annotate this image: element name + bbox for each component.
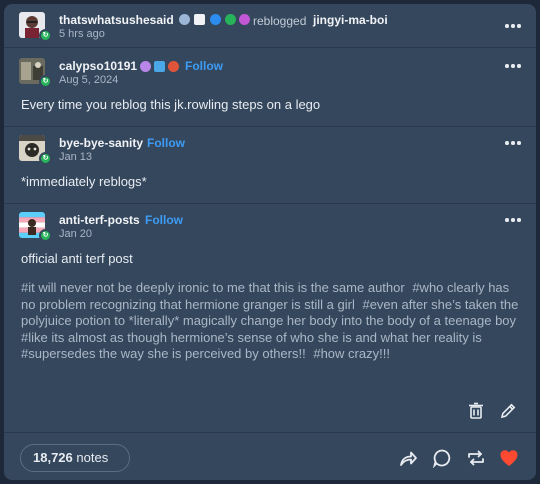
post-text: official anti terf post xyxy=(21,251,133,266)
tag[interactable]: #supersedes the way she is perceived by … xyxy=(21,346,306,361)
reblog-badge-icon: ↻ xyxy=(39,229,52,242)
kebab-menu-icon[interactable] xyxy=(505,60,525,72)
reblogger-blog-name[interactable]: thatswhatsushesaid xyxy=(59,13,174,27)
blog-name[interactable]: calypso10191 xyxy=(59,59,137,73)
follow-button[interactable]: Follow xyxy=(147,136,185,150)
reblogged-label: reblogged xyxy=(253,14,307,28)
tag[interactable]: #like its almost as though hermione’s se… xyxy=(21,330,482,345)
footer-divider xyxy=(4,432,536,433)
blog-name[interactable]: bye-bye-sanity xyxy=(59,136,143,150)
share-icon[interactable] xyxy=(398,448,418,468)
source-blog-name[interactable]: jingyi-ma-boi xyxy=(313,13,388,27)
reblog-badge-icon: ↻ xyxy=(39,75,52,88)
reblog-badge-icon: ↻ xyxy=(39,29,52,42)
verified-green-badge-icon xyxy=(225,14,236,25)
notes-count: 18,726 xyxy=(33,450,73,465)
trail-divider xyxy=(4,126,536,127)
tag[interactable]: #how crazy!!! xyxy=(313,346,390,361)
reblogger-badges xyxy=(179,14,250,26)
post-date[interactable]: Jan 20 xyxy=(59,228,92,240)
donut-badge-icon xyxy=(239,14,250,25)
planet-badge-icon xyxy=(179,14,190,25)
post-date[interactable]: Jan 13 xyxy=(59,151,92,163)
post-time[interactable]: 5 hrs ago xyxy=(59,28,105,40)
tag[interactable]: #it will never not be deeply ironic to m… xyxy=(21,280,405,295)
kebab-menu-icon[interactable] xyxy=(505,214,525,226)
like-heart-icon[interactable] xyxy=(499,448,519,468)
verified-blue-badge-icon xyxy=(210,14,221,25)
flag-badge-icon xyxy=(194,14,205,25)
swirl-badge-icon xyxy=(140,61,151,72)
post-text: Every time you reblog this jk.rowling st… xyxy=(21,97,321,112)
trail-divider xyxy=(4,203,536,204)
tag-list: #it will never not be deeply ironic to m… xyxy=(21,280,521,363)
follow-button[interactable]: Follow xyxy=(185,59,223,73)
reblog-badge-icon: ↻ xyxy=(39,152,52,165)
post-date[interactable]: Aug 5, 2024 xyxy=(59,74,118,86)
kebab-menu-icon[interactable] xyxy=(505,20,525,32)
edit-icon[interactable] xyxy=(499,402,517,420)
reblog-icon[interactable] xyxy=(466,448,486,468)
notes-label: notes xyxy=(76,450,109,465)
delete-icon[interactable] xyxy=(467,402,485,420)
follow-button[interactable]: Follow xyxy=(145,213,183,227)
notes-button[interactable]: 18,726 notes xyxy=(20,444,130,472)
reblog-header: ↻ thatswhatsushesaid reblogged jingyi-ma… xyxy=(4,4,536,48)
post-text: *immediately reblogs* xyxy=(21,174,147,189)
donut-badge-icon xyxy=(168,61,179,72)
ribbon-badge-icon xyxy=(154,61,165,72)
blog-name[interactable]: anti-terf-posts xyxy=(59,213,140,227)
post-card: ↻ thatswhatsushesaid reblogged jingyi-ma… xyxy=(4,4,536,480)
reply-icon[interactable] xyxy=(432,448,452,469)
kebab-menu-icon[interactable] xyxy=(505,137,525,149)
